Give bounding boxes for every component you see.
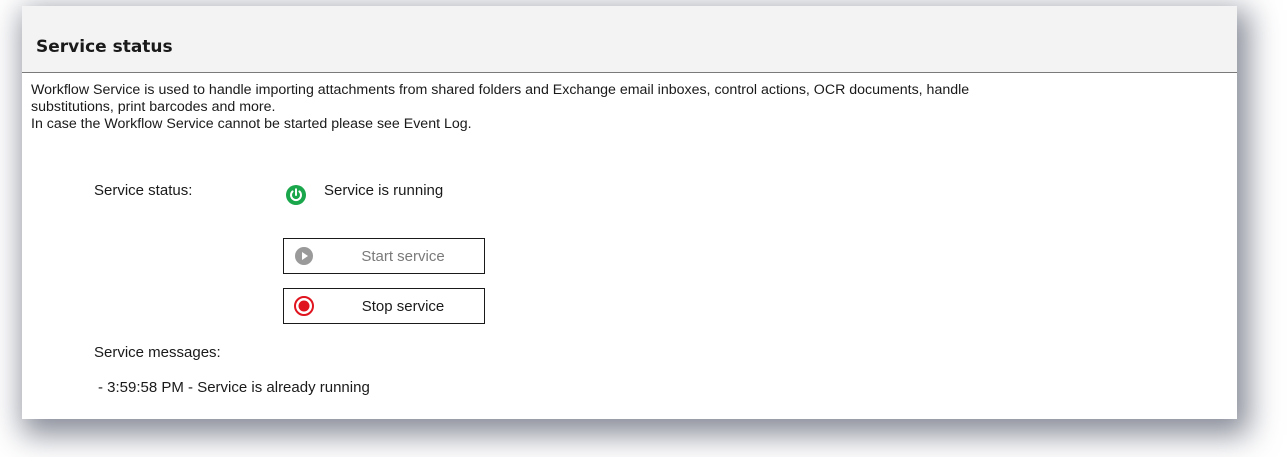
- start-service-label: Start service: [361, 248, 445, 265]
- service-description: Workflow Service is used to handle impor…: [31, 82, 970, 132]
- service-status-panel: Service status Workflow Service is used …: [22, 6, 1237, 419]
- play-icon: [294, 246, 314, 266]
- start-service-button[interactable]: Start service: [283, 238, 485, 274]
- service-messages-label: Service messages:: [94, 344, 221, 361]
- stop-service-label: Stop service: [361, 298, 445, 315]
- service-message-item: - 3:59:58 PM - Service is already runnin…: [98, 379, 370, 396]
- service-status-value: Service is running: [324, 182, 444, 199]
- panel-title: Service status: [36, 37, 173, 57]
- stop-service-button[interactable]: Stop service: [283, 288, 485, 324]
- panel-header: Service status: [22, 6, 1237, 73]
- power-icon: [286, 185, 306, 205]
- stop-icon: [294, 296, 314, 316]
- service-status-label: Service status:: [94, 182, 193, 199]
